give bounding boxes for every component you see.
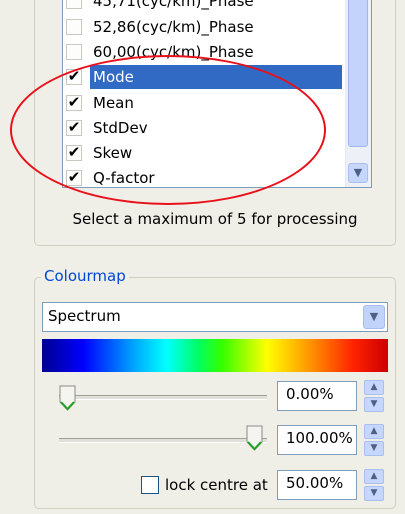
chevron-down-icon[interactable]: ▼ (364, 486, 384, 501)
checkbox[interactable] (66, 44, 82, 60)
checkbox[interactable]: ✔ (66, 69, 82, 85)
list-item[interactable]: ✔ Skew (66, 141, 342, 165)
max-value-input[interactable]: 100.00% (277, 425, 357, 455)
chevron-up-icon[interactable]: ▲ (364, 424, 384, 439)
max-slider-thumb[interactable] (246, 425, 263, 451)
checkbox[interactable] (66, 19, 82, 35)
list-item-label: Mean (93, 94, 134, 112)
checkbox[interactable]: ✔ (66, 170, 82, 186)
list-item-label: Q-factor (93, 169, 155, 187)
chevron-down-icon: ▼ (369, 310, 379, 323)
lock-centre-checkbox[interactable] (141, 476, 159, 494)
scroll-down-button[interactable]: ▼ (348, 163, 368, 183)
list-scrollbar[interactable]: ▼ (345, 0, 371, 187)
list-item-label: 52,86(cyc/km)_Phase (93, 18, 254, 36)
colourmap-legend: Colourmap (41, 267, 129, 285)
min-value-input[interactable]: 0.00% (277, 381, 357, 411)
list-item[interactable]: 45,71(cyc/km)_Phase (66, 0, 342, 13)
scrollbar-thumb[interactable] (348, 0, 368, 147)
colourmap-select-value: Spectrum (48, 307, 121, 325)
min-slider-track[interactable] (59, 395, 267, 400)
list-item-label: 60,00(cyc/km)_Phase (93, 43, 254, 61)
chevron-up-icon[interactable]: ▲ (364, 380, 384, 395)
centre-value-spinner[interactable]: ▲ ▼ (364, 469, 384, 501)
max-slider-track[interactable] (59, 438, 267, 443)
checkbox[interactable]: ✔ (66, 145, 82, 161)
variables-listbox[interactable]: 45,71(cyc/km)_Phase 52,86(cyc/km)_Phase … (62, 0, 372, 188)
list-item[interactable]: ✔ StdDev (66, 116, 342, 140)
list-item-label: 45,71(cyc/km)_Phase (93, 0, 254, 10)
selection-hint: Select a maximum of 5 for processing (72, 210, 358, 228)
list-item[interactable]: 60,00(cyc/km)_Phase (66, 40, 342, 64)
checkbox[interactable] (66, 0, 82, 9)
chevron-down-icon[interactable]: ▼ (364, 397, 384, 412)
checkmark-icon: ✔ (67, 168, 81, 186)
chevron-down-icon: ▼ (353, 166, 363, 179)
checkmark-icon: ✔ (67, 67, 81, 85)
min-slider-thumb[interactable] (59, 385, 76, 411)
centre-value-input[interactable]: 50.00% (277, 470, 357, 500)
min-value-spinner[interactable]: ▲ ▼ (364, 380, 384, 412)
colourmap-preview (42, 339, 388, 372)
list-item[interactable]: ✔ Mean (66, 91, 342, 115)
max-value-spinner[interactable]: ▲ ▼ (364, 424, 384, 456)
chevron-down-icon[interactable]: ▼ (364, 441, 384, 456)
list-item-label: StdDev (93, 119, 148, 137)
checkmark-icon: ✔ (67, 118, 81, 136)
checkmark-icon: ✔ (67, 143, 81, 161)
lock-centre-label: lock centre at (165, 476, 268, 494)
checkmark-icon: ✔ (67, 93, 81, 111)
list-item-label: Skew (93, 144, 133, 162)
checkbox[interactable]: ✔ (66, 95, 82, 111)
checkbox[interactable]: ✔ (66, 120, 82, 136)
list-item[interactable]: 52,86(cyc/km)_Phase (66, 15, 342, 39)
colourmap-select[interactable]: Spectrum ▼ (42, 302, 388, 332)
list-item-label: Mode (90, 65, 342, 89)
dropdown-button[interactable]: ▼ (363, 305, 385, 329)
list-item[interactable]: ✔ Mode (66, 65, 342, 89)
chevron-up-icon[interactable]: ▲ (364, 469, 384, 484)
list-item[interactable]: ✔ Q-factor (66, 166, 342, 187)
